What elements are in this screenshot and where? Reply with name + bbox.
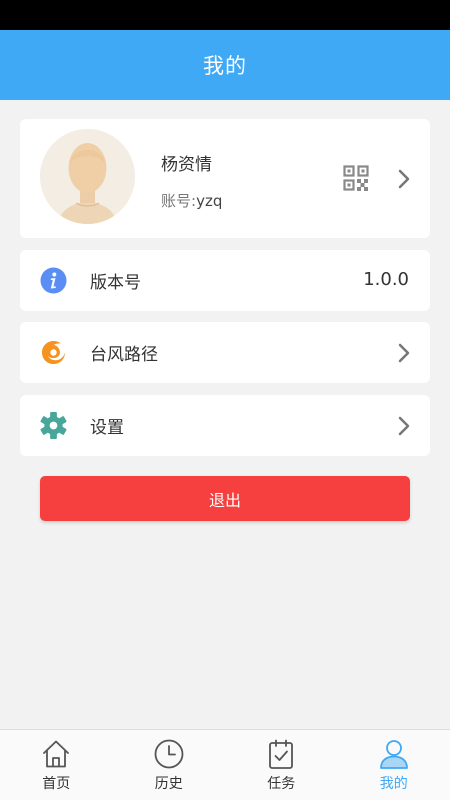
version-value: 1.0.0 <box>363 269 409 290</box>
typhoon-path-row[interactable]: 台风路径 <box>20 322 430 383</box>
chevron-right-icon[interactable] <box>397 168 411 190</box>
chevron-right-icon <box>398 416 410 436</box>
settings-row[interactable]: 设置 <box>20 395 430 456</box>
tab-mine-label: 我的 <box>379 776 408 792</box>
account-label: 账号: <box>161 192 197 210</box>
typhoon-path-label: 台风路径 <box>90 345 158 365</box>
tab-home-label: 首页 <box>42 776 71 792</box>
user-avatar-icon <box>40 129 135 224</box>
qr-code-icon[interactable] <box>343 165 369 191</box>
tab-home[interactable]: 首页 <box>0 730 113 800</box>
bottom-tab-bar: 首页 历史 任务 我的 <box>0 729 450 800</box>
tab-history[interactable]: 历史 <box>113 730 226 800</box>
logout-button[interactable]: 退出 <box>40 476 410 521</box>
clipboard-check-icon <box>269 739 294 769</box>
version-label: 版本号 <box>90 273 141 293</box>
page-title: 我的 <box>203 54 247 78</box>
app-header: 我的 <box>0 30 450 100</box>
chevron-right-icon <box>398 343 410 363</box>
profile-card[interactable]: 杨资情 账号:yzq <box>20 119 430 238</box>
typhoon-icon <box>42 341 65 365</box>
avatar <box>40 129 135 224</box>
settings-label: 设置 <box>90 418 124 438</box>
version-row: 版本号 1.0.0 <box>20 250 430 311</box>
person-icon <box>379 740 408 769</box>
gear-icon <box>40 412 67 439</box>
clock-icon <box>154 739 184 769</box>
info-icon <box>40 267 67 294</box>
account-value: yzq <box>196 192 223 210</box>
home-icon <box>43 740 70 768</box>
tab-history-label: 历史 <box>154 776 183 792</box>
status-bar <box>0 0 450 30</box>
user-name: 杨资情 <box>161 155 212 175</box>
account-line: 账号:yzq <box>161 190 222 211</box>
tab-tasks-label: 任务 <box>267 776 296 792</box>
tab-mine[interactable]: 我的 <box>338 730 450 800</box>
tab-tasks[interactable]: 任务 <box>225 730 338 800</box>
